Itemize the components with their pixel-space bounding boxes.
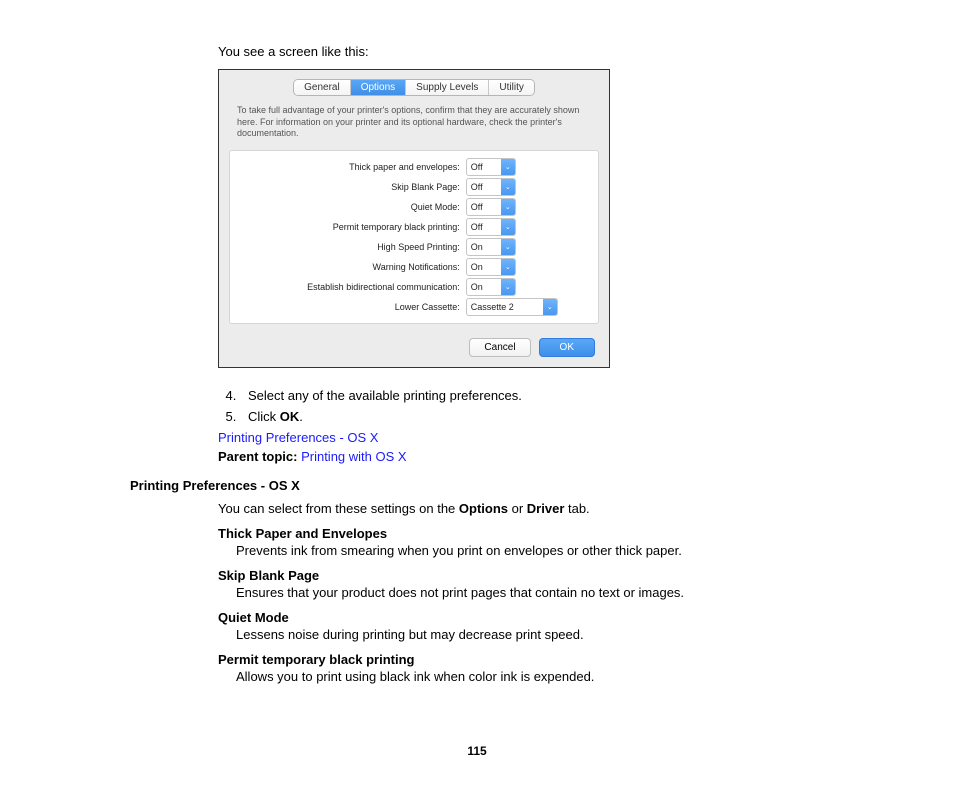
tab-general[interactable]: General	[294, 80, 351, 95]
warning-select[interactable]: On ⌄	[466, 258, 516, 276]
chevron-updown-icon: ⌄	[501, 219, 515, 235]
def-term: Thick Paper and Envelopes	[218, 526, 834, 541]
step-5: Click OK.	[240, 409, 834, 424]
def-term: Skip Blank Page	[218, 568, 834, 583]
settings-intro: You can select from these settings on th…	[218, 501, 834, 516]
text-bold: Options	[459, 501, 508, 516]
select-value: Off	[467, 162, 501, 172]
setting-label: Quiet Mode:	[238, 202, 466, 212]
dialog-tabbar: General Options Supply Levels Utility	[219, 70, 609, 101]
chevron-updown-icon: ⌄	[501, 159, 515, 175]
def-desc: Lessens noise during printing but may de…	[236, 627, 834, 642]
text: or	[508, 501, 527, 516]
dialog-button-row: Cancel OK	[219, 324, 609, 367]
definition-list: Thick Paper and Envelopes Prevents ink f…	[218, 526, 834, 684]
cancel-button[interactable]: Cancel	[469, 338, 530, 357]
text-bold: Driver	[527, 501, 565, 516]
bidirectional-select[interactable]: On ⌄	[466, 278, 516, 296]
setting-row: Skip Blank Page: Off ⌄	[230, 177, 598, 197]
setting-row: Quiet Mode: Off ⌄	[230, 197, 598, 217]
settings-panel: Thick paper and envelopes: Off ⌄ Skip Bl…	[229, 150, 599, 324]
tab-supply-levels[interactable]: Supply Levels	[406, 80, 489, 95]
section-heading: Printing Preferences - OS X	[130, 478, 834, 493]
tab-utility[interactable]: Utility	[489, 80, 533, 95]
page-number: 115	[60, 744, 894, 758]
parent-topic-link[interactable]: Printing with OS X	[301, 449, 407, 464]
setting-label: High Speed Printing:	[238, 242, 466, 252]
ok-button[interactable]: OK	[539, 338, 595, 357]
chevron-updown-icon: ⌄	[501, 199, 515, 215]
select-value: On	[467, 282, 501, 292]
tab-options[interactable]: Options	[351, 80, 406, 95]
setting-row: Permit temporary black printing: Off ⌄	[230, 217, 598, 237]
tab-segment: General Options Supply Levels Utility	[294, 80, 534, 95]
setting-label: Thick paper and envelopes:	[238, 162, 466, 172]
setting-label: Lower Cassette:	[238, 302, 466, 312]
temp-black-select[interactable]: Off ⌄	[466, 218, 516, 236]
setting-row: High Speed Printing: On ⌄	[230, 237, 598, 257]
setting-label: Warning Notifications:	[238, 262, 466, 272]
parent-topic-line: Parent topic: Printing with OS X	[218, 449, 834, 464]
chevron-updown-icon: ⌄	[501, 179, 515, 195]
setting-row: Lower Cassette: Cassette 2 ⌄	[230, 297, 598, 317]
chevron-updown-icon: ⌄	[501, 279, 515, 295]
quiet-mode-select[interactable]: Off ⌄	[466, 198, 516, 216]
select-value: On	[467, 242, 501, 252]
step-list: Select any of the available printing pre…	[218, 388, 834, 424]
dialog-description: To take full advantage of your printer's…	[219, 101, 609, 150]
setting-row: Warning Notifications: On ⌄	[230, 257, 598, 277]
chevron-updown-icon: ⌄	[501, 239, 515, 255]
parent-topic-label: Parent topic:	[218, 449, 301, 464]
high-speed-select[interactable]: On ⌄	[466, 238, 516, 256]
chevron-updown-icon: ⌄	[501, 259, 515, 275]
select-value: Off	[467, 182, 501, 192]
printer-options-dialog: General Options Supply Levels Utility To…	[218, 69, 610, 368]
setting-row: Thick paper and envelopes: Off ⌄	[230, 157, 598, 177]
skip-blank-select[interactable]: Off ⌄	[466, 178, 516, 196]
select-value: Cassette 2	[467, 302, 543, 312]
select-value: Off	[467, 202, 501, 212]
step-5-bold: OK	[280, 409, 300, 424]
setting-label: Permit temporary black printing:	[238, 222, 466, 232]
setting-label: Establish bidirectional communication:	[238, 282, 466, 292]
text: You can select from these settings on th…	[218, 501, 459, 516]
intro-text: You see a screen like this:	[218, 44, 834, 59]
setting-row: Establish bidirectional communication: O…	[230, 277, 598, 297]
step-4: Select any of the available printing pre…	[240, 388, 834, 403]
def-term: Quiet Mode	[218, 610, 834, 625]
step-5-suffix: .	[299, 409, 303, 424]
select-value: Off	[467, 222, 501, 232]
lower-cassette-select[interactable]: Cassette 2 ⌄	[466, 298, 558, 316]
def-term: Permit temporary black printing	[218, 652, 834, 667]
chevron-updown-icon: ⌄	[543, 299, 557, 315]
text: tab.	[564, 501, 589, 516]
def-desc: Prevents ink from smearing when you prin…	[236, 543, 834, 558]
printing-preferences-link[interactable]: Printing Preferences - OS X	[218, 430, 378, 445]
setting-label: Skip Blank Page:	[238, 182, 466, 192]
def-desc: Ensures that your product does not print…	[236, 585, 834, 600]
step-5-text: Click	[248, 409, 280, 424]
thick-paper-select[interactable]: Off ⌄	[466, 158, 516, 176]
select-value: On	[467, 262, 501, 272]
def-desc: Allows you to print using black ink when…	[236, 669, 834, 684]
